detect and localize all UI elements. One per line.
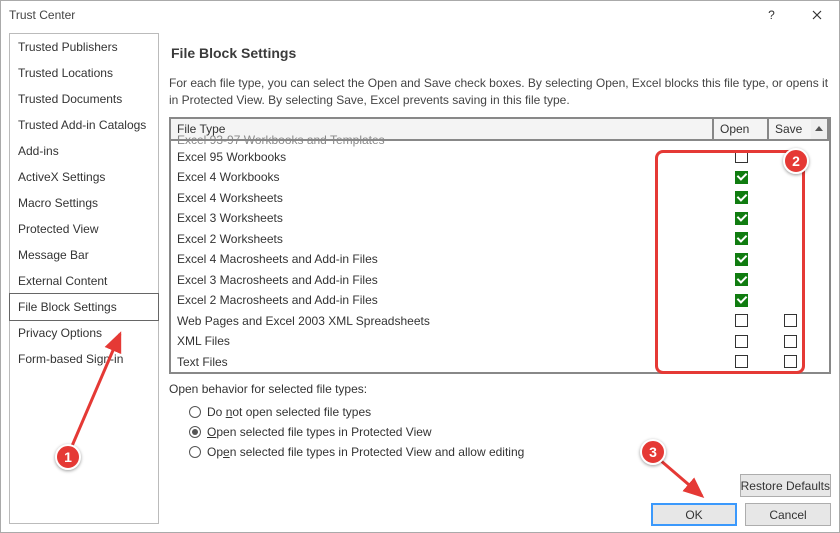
filetype-cell: Excel 4 Worksheets xyxy=(171,191,714,205)
titlebar: Trust Center ? xyxy=(1,1,839,29)
radio-option[interactable]: Do not open selected file types xyxy=(169,402,831,422)
table-row[interactable]: Excel 3 Macrosheets and Add-in Files xyxy=(171,270,829,291)
cancel-label: Cancel xyxy=(769,508,806,522)
panel-description: For each file type, you can select the O… xyxy=(169,75,831,109)
open-checkbox[interactable] xyxy=(735,150,748,163)
settings-panel: File Block Settings For each file type, … xyxy=(169,33,831,524)
radio-label: Open selected file types in Protected Vi… xyxy=(207,425,432,439)
open-checkbox[interactable] xyxy=(735,171,748,184)
close-button[interactable] xyxy=(794,1,839,29)
filetype-cell: Excel 2 Macrosheets and Add-in Files xyxy=(171,293,714,307)
filetype-cell: Excel 2 Worksheets xyxy=(171,232,714,246)
save-cell xyxy=(769,314,811,327)
table-row[interactable]: Excel 4 Worksheets xyxy=(171,188,829,209)
open-checkbox[interactable] xyxy=(735,335,748,348)
file-type-grid: File Type Open Save Excel 93-97 Workbook… xyxy=(169,117,831,375)
save-checkbox[interactable] xyxy=(784,355,797,368)
save-cell xyxy=(769,355,811,368)
cancel-button[interactable]: Cancel xyxy=(745,503,831,526)
restore-defaults-button[interactable]: Restore Defaults xyxy=(740,474,831,497)
sidebar-item-trusted-add-in-catalogs[interactable]: Trusted Add-in Catalogs xyxy=(10,112,158,138)
window-title: Trust Center xyxy=(9,8,749,22)
table-row[interactable]: Excel 3 Worksheets xyxy=(171,208,829,229)
open-checkbox[interactable] xyxy=(735,232,748,245)
open-checkbox[interactable] xyxy=(735,253,748,266)
table-row[interactable]: Text Files xyxy=(171,352,829,373)
filetype-cell: Web Pages and Excel 2003 XML Spreadsheet… xyxy=(171,314,714,328)
table-row[interactable]: Excel 2 Worksheets xyxy=(171,229,829,250)
save-checkbox[interactable] xyxy=(784,335,797,348)
category-sidebar: Trusted PublishersTrusted LocationsTrust… xyxy=(9,33,159,524)
open-checkbox[interactable] xyxy=(735,314,748,327)
radio-label: Open selected file types in Protected Vi… xyxy=(207,445,524,459)
sidebar-item-macro-settings[interactable]: Macro Settings xyxy=(10,190,158,216)
sidebar-item-privacy-options[interactable]: Privacy Options xyxy=(10,320,158,346)
col-open[interactable]: Open xyxy=(714,119,769,139)
sidebar-item-trusted-publishers[interactable]: Trusted Publishers xyxy=(10,34,158,60)
filetype-cell: Text Files xyxy=(171,355,714,369)
save-checkbox[interactable] xyxy=(784,314,797,327)
panel-heading: File Block Settings xyxy=(171,45,831,61)
open-checkbox[interactable] xyxy=(735,212,748,225)
ok-button[interactable]: OK xyxy=(651,503,737,526)
radio-option[interactable]: Open selected file types in Protected Vi… xyxy=(169,442,831,462)
restore-defaults-label: Restore Defaults xyxy=(741,479,830,493)
radio-label: Do not open selected file types xyxy=(207,405,371,419)
trust-center-dialog: Trust Center ? Trusted PublishersTrusted… xyxy=(0,0,840,533)
table-row[interactable]: Excel 95 Workbooks xyxy=(171,147,829,168)
sidebar-item-file-block-settings[interactable]: File Block Settings xyxy=(9,293,159,321)
open-checkbox[interactable] xyxy=(735,355,748,368)
open-cell xyxy=(714,294,769,307)
filetype-cell: Excel 3 Macrosheets and Add-in Files xyxy=(171,273,714,287)
open-behavior-group: Open behavior for selected file types: D… xyxy=(169,382,831,462)
table-row[interactable]: XML Files xyxy=(171,331,829,352)
open-cell xyxy=(714,150,769,163)
sidebar-item-external-content[interactable]: External Content xyxy=(10,268,158,294)
save-cell xyxy=(769,335,811,348)
radio-button-icon xyxy=(189,446,201,458)
filetype-cell: Excel 3 Worksheets xyxy=(171,211,714,225)
radio-option[interactable]: Open selected file types in Protected Vi… xyxy=(169,422,831,442)
annotation-badge-1: 1 xyxy=(55,444,81,470)
open-cell xyxy=(714,355,769,368)
help-button[interactable]: ? xyxy=(749,1,794,29)
open-checkbox[interactable] xyxy=(735,191,748,204)
radio-button-icon xyxy=(189,406,201,418)
scroll-up-button[interactable] xyxy=(811,119,829,139)
open-checkbox[interactable] xyxy=(735,294,748,307)
sidebar-item-message-bar[interactable]: Message Bar xyxy=(10,242,158,268)
sidebar-item-add-ins[interactable]: Add-ins xyxy=(10,138,158,164)
filetype-cell: Excel 95 Workbooks xyxy=(171,150,714,164)
open-cell xyxy=(714,171,769,184)
sidebar-item-protected-view[interactable]: Protected View xyxy=(10,216,158,242)
table-row[interactable]: Web Pages and Excel 2003 XML Spreadsheet… xyxy=(171,311,829,332)
annotation-badge-3: 3 xyxy=(640,439,666,465)
open-cell xyxy=(714,273,769,286)
table-row[interactable]: Excel 4 Macrosheets and Add-in Files xyxy=(171,249,829,270)
open-checkbox[interactable] xyxy=(735,273,748,286)
table-row[interactable]: Excel 2 Macrosheets and Add-in Files xyxy=(171,290,829,311)
radio-button-icon xyxy=(189,426,201,438)
open-cell xyxy=(714,253,769,266)
sidebar-item-activex-settings[interactable]: ActiveX Settings xyxy=(10,164,158,190)
ok-label: OK xyxy=(685,508,702,522)
open-cell xyxy=(714,335,769,348)
open-cell xyxy=(714,191,769,204)
filetype-cell: Excel 4 Macrosheets and Add-in Files xyxy=(171,252,714,266)
filetype-cell: XML Files xyxy=(171,334,714,348)
open-cell xyxy=(714,314,769,327)
filetype-cell: Excel 4 Workbooks xyxy=(171,170,714,184)
open-cell xyxy=(714,232,769,245)
annotation-badge-2: 2 xyxy=(783,148,809,174)
sidebar-item-form-based-sign-in[interactable]: Form-based Sign-in xyxy=(10,346,158,372)
sidebar-item-trusted-locations[interactable]: Trusted Locations xyxy=(10,60,158,86)
table-row[interactable]: Excel 4 Workbooks xyxy=(171,167,829,188)
col-save[interactable]: Save xyxy=(769,119,811,139)
open-behavior-label: Open behavior for selected file types: xyxy=(169,382,831,396)
sidebar-item-trusted-documents[interactable]: Trusted Documents xyxy=(10,86,158,112)
open-cell xyxy=(714,212,769,225)
